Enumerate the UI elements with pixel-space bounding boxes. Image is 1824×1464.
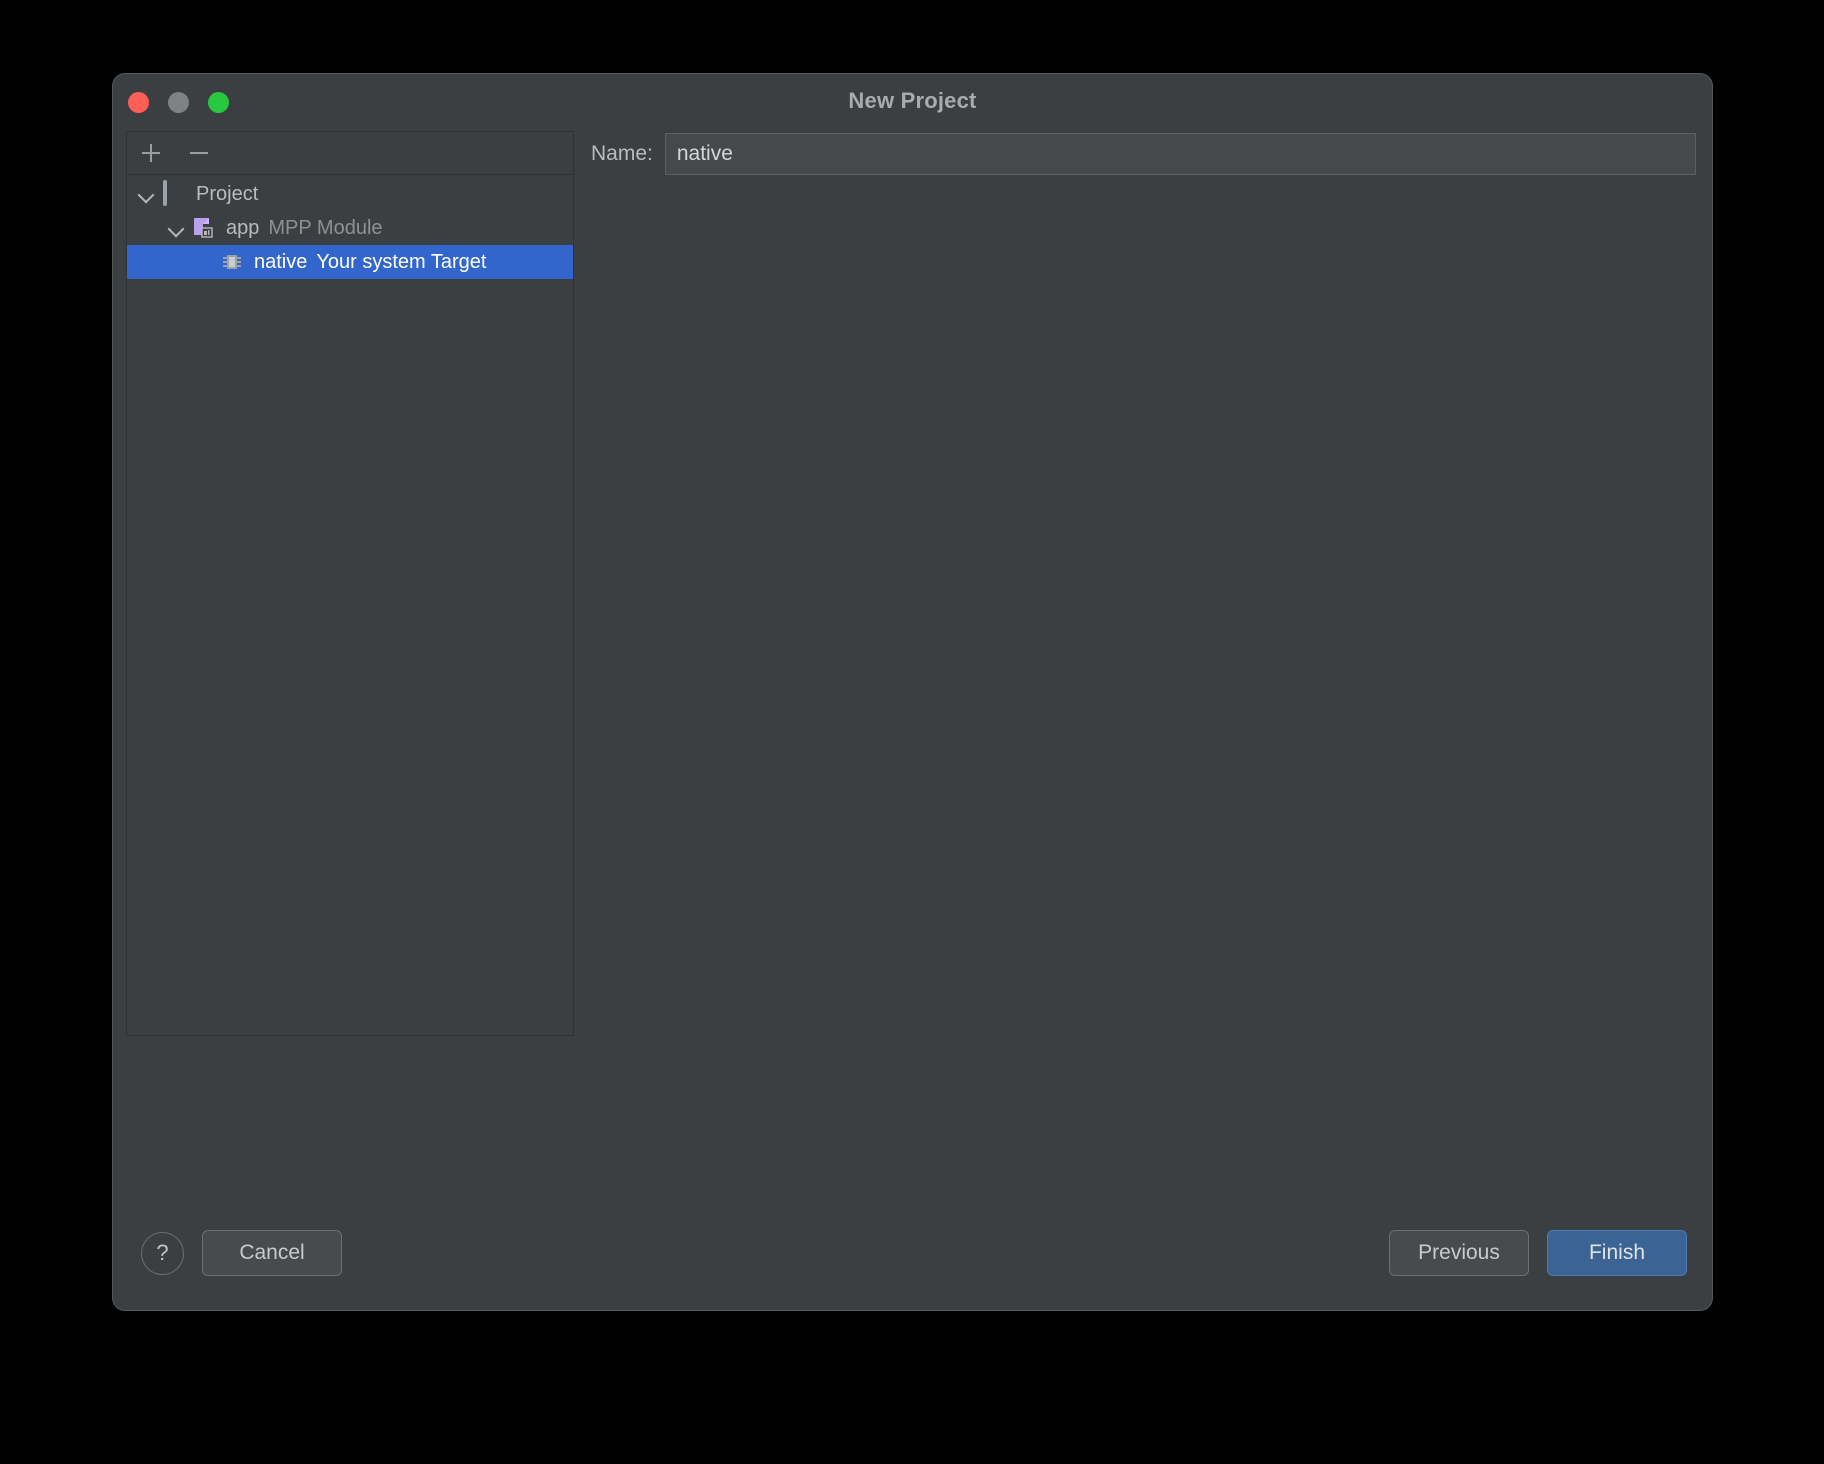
window-titlebar: New Project [113, 74, 1712, 132]
remove-module-icon[interactable] [188, 142, 210, 164]
new-project-dialog: New Project Project app MPP Module nativ… [113, 74, 1712, 1310]
add-module-icon[interactable] [140, 142, 162, 164]
tree-row-label: Project [196, 182, 259, 205]
tree-row[interactable]: app MPP Module [127, 211, 573, 245]
tree-row-label: native [254, 250, 308, 273]
tree-toolbar [127, 132, 573, 175]
name-field-row: Name: [591, 131, 1696, 177]
previous-button[interactable]: Previous [1389, 1230, 1529, 1276]
tree-row[interactable]: Project [127, 177, 573, 211]
module-icon [193, 216, 217, 240]
page-title: New Project [848, 88, 977, 113]
help-button[interactable]: ? [141, 1231, 184, 1275]
chevron-down-icon[interactable] [135, 182, 159, 206]
tree-row-label: app [226, 216, 260, 239]
name-label: Name: [591, 142, 653, 165]
tree-row-sublabel: Your system Target [316, 250, 487, 273]
tree-body: Project app MPP Module native Your syste… [127, 175, 573, 279]
tree-row-sublabel: MPP Module [268, 216, 383, 239]
cancel-button[interactable]: Cancel [202, 1230, 342, 1276]
details-pane: Name: [591, 131, 1696, 177]
target-chip-icon [221, 250, 245, 274]
project-icon [163, 180, 187, 206]
tree-row[interactable]: native Your system Target [127, 245, 573, 279]
module-tree-panel: Project app MPP Module native Your syste… [126, 131, 574, 1036]
chevron-down-icon[interactable] [165, 216, 189, 240]
name-input[interactable] [664, 133, 1696, 175]
finish-button[interactable]: Finish [1547, 1230, 1687, 1276]
desktop-background: New Project Project app MPP Module nativ… [0, 0, 1824, 1464]
footer-right-group: Previous Finish [1389, 1230, 1687, 1276]
footer-left-group: ? Cancel [141, 1230, 342, 1276]
dialog-footer: ? Cancel Previous Finish [113, 1192, 1712, 1310]
